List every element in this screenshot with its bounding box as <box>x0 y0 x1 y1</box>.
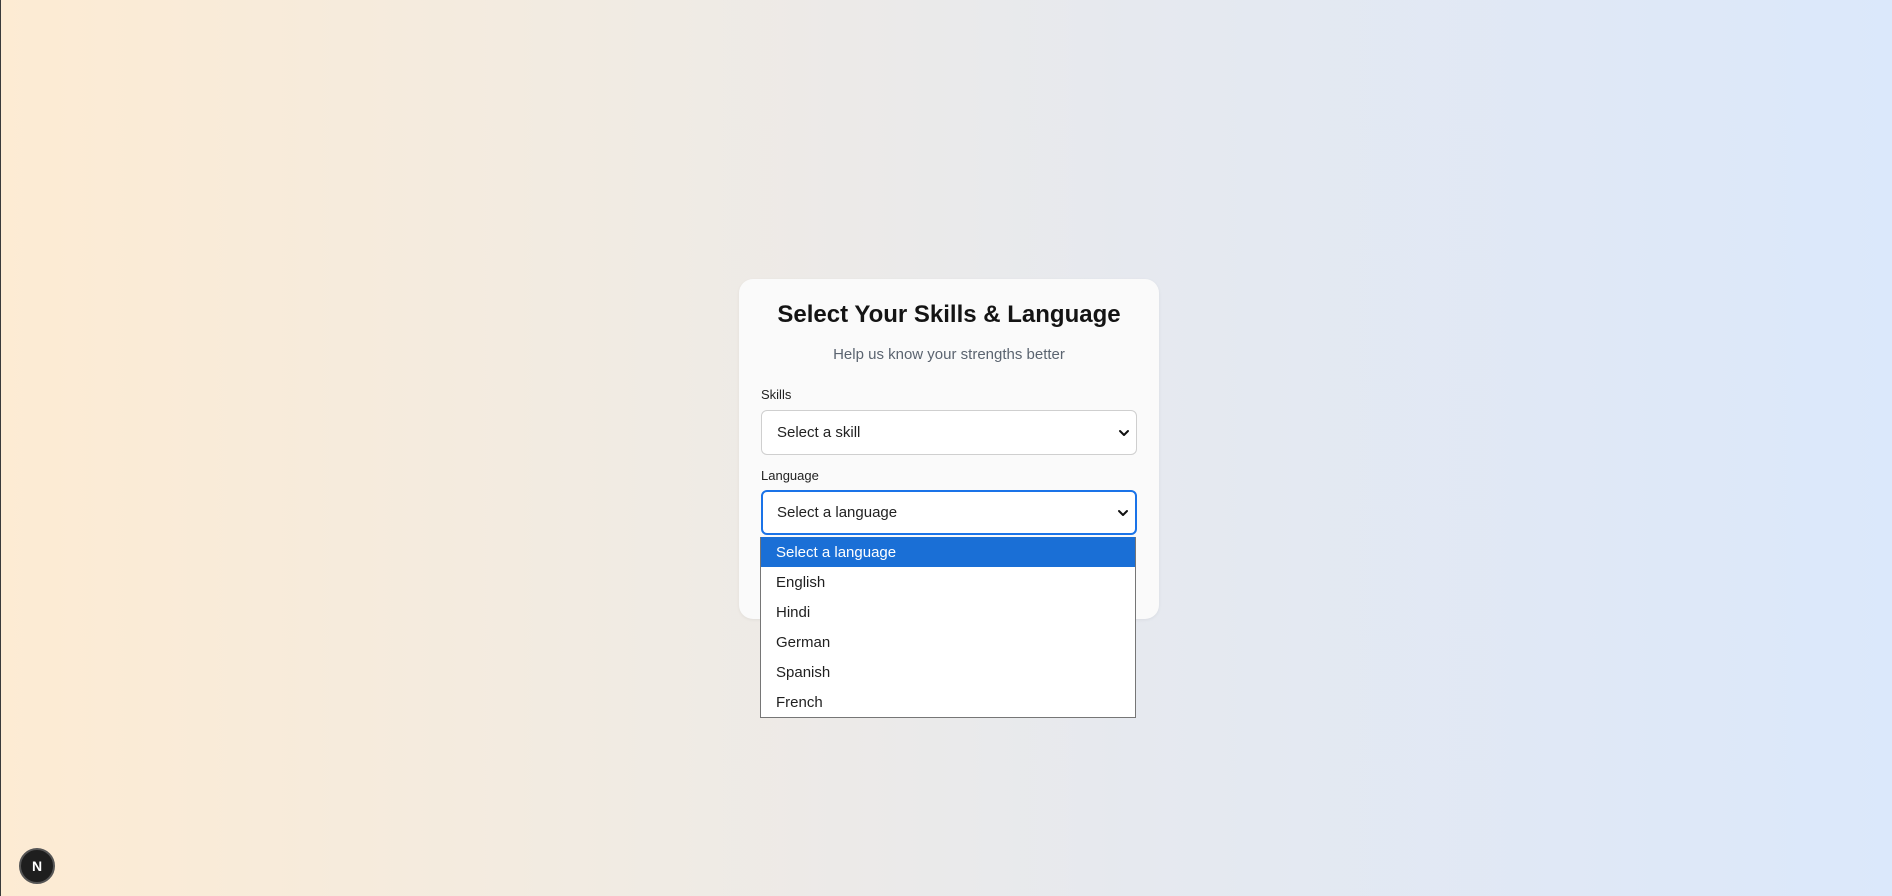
language-option[interactable]: Hindi <box>761 597 1135 627</box>
skills-label: Skills <box>761 387 792 402</box>
language-option[interactable]: Select a language <box>761 537 1135 567</box>
chevron-down-icon <box>1118 509 1128 516</box>
language-select-value: Select a language <box>777 504 898 521</box>
card-title: Select Your Skills & Language <box>777 301 1121 328</box>
window-edge <box>0 0 1 896</box>
language-option[interactable]: English <box>761 567 1135 597</box>
nextjs-icon[interactable]: N <box>19 848 55 884</box>
card-subtitle: Help us know your strengths better <box>833 346 1065 363</box>
language-option[interactable]: Spanish <box>761 657 1135 687</box>
language-select[interactable]: Select a language <box>761 490 1137 535</box>
language-label: Language <box>761 468 819 483</box>
dev-badge-letter: N <box>31 858 43 874</box>
language-dropdown-list: Select a language English Hindi German S… <box>760 537 1136 718</box>
skills-select[interactable]: Select a skill <box>761 410 1137 455</box>
language-option[interactable]: French <box>761 687 1135 717</box>
skills-select-value: Select a skill <box>777 424 861 441</box>
chevron-down-icon <box>1119 429 1129 436</box>
language-option[interactable]: German <box>761 627 1135 657</box>
